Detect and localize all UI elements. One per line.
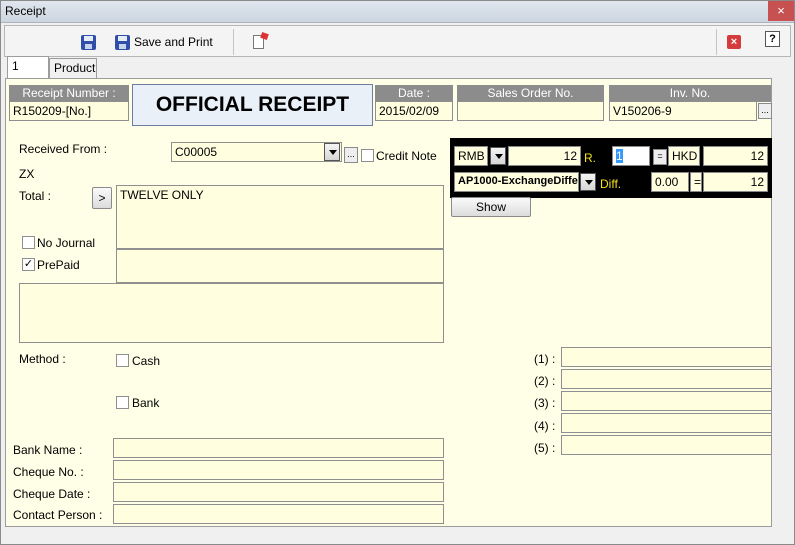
close-button[interactable]: ×: [727, 31, 741, 53]
save-and-print-button[interactable]: Save and Print: [115, 31, 213, 53]
date-field[interactable]: 2015/02/09: [375, 101, 453, 121]
receipt-number-header: Receipt Number :: [9, 85, 129, 102]
date-header: Date :: [375, 85, 453, 102]
floppy-disk-icon: [115, 34, 130, 50]
amount-in-words-field[interactable]: TWELVE ONLY: [116, 185, 444, 249]
toolbar-separator: [233, 29, 234, 55]
cheque-no-field[interactable]: [113, 460, 444, 480]
receipt-panel: Receipt Number : R150209-[No.] OFFICIAL …: [5, 78, 772, 527]
window-close-button[interactable]: ×: [768, 1, 794, 21]
received-from-label: Received From :: [19, 142, 108, 156]
no-journal-checkbox[interactable]: [22, 236, 35, 249]
exchange-panel: RMB 12 R. 1 = HKD 12 AP1000-ExchangeDiff…: [450, 138, 772, 198]
cheque-date-field[interactable]: [113, 482, 444, 502]
toolbar: Save and Print × ?: [4, 25, 791, 57]
bank-name-label: Bank Name :: [13, 443, 83, 457]
total-label: Total :: [19, 189, 52, 203]
bank-checkbox[interactable]: [116, 396, 129, 409]
remarks-textarea[interactable]: [19, 283, 444, 343]
export-button[interactable]: [253, 31, 264, 53]
page-title: OFFICIAL RECEIPT: [132, 84, 373, 126]
numbered-label-2: (2) :: [534, 374, 556, 388]
prepaid-label: PrePaid: [37, 258, 80, 272]
credit-note-checkbox[interactable]: [361, 149, 374, 162]
amount-field[interactable]: 12: [508, 146, 581, 166]
tab-product[interactable]: Product: [49, 58, 97, 78]
rate-field[interactable]: 1: [612, 146, 650, 166]
customer-code-select[interactable]: C00005: [171, 142, 342, 162]
target-currency-field[interactable]: HKD: [668, 146, 700, 166]
toolbar-separator: [716, 29, 717, 55]
expand-total-button[interactable]: >: [92, 187, 112, 209]
chevron-down-icon[interactable]: [324, 143, 340, 161]
window-title: Receipt: [5, 4, 46, 18]
save-and-print-label: Save and Print: [134, 35, 213, 49]
numbered-field-5[interactable]: [561, 435, 772, 455]
numbered-label-5: (5) :: [534, 441, 556, 455]
credit-note-label: Credit Note: [376, 149, 437, 163]
tab-1[interactable]: 1: [7, 56, 49, 78]
sales-order-header: Sales Order No.: [457, 85, 604, 102]
numbered-label-1: (1) :: [534, 352, 556, 366]
receipt-number-field[interactable]: R150209-[No.]: [9, 101, 129, 121]
document-export-icon: [253, 35, 264, 49]
show-button[interactable]: Show: [451, 197, 531, 217]
cheque-date-label: Cheque Date :: [13, 487, 91, 501]
account-select[interactable]: AP1000-ExchangeDiffer: [454, 172, 579, 192]
contact-person-label: Contact Person :: [13, 508, 103, 522]
currency-select[interactable]: RMB: [454, 146, 488, 166]
target-amount-field[interactable]: 12: [703, 146, 768, 166]
inv-no-header: Inv. No.: [609, 85, 771, 102]
numbered-field-3[interactable]: [561, 391, 772, 411]
numbered-field-1[interactable]: [561, 347, 772, 367]
receipt-window: Receipt × Save and Print × ? 1 Product R…: [0, 0, 795, 545]
inv-no-lookup-button[interactable]: ...: [758, 103, 772, 119]
save-button[interactable]: [81, 31, 96, 53]
floppy-disk-icon: [81, 34, 96, 50]
help-button[interactable]: ?: [765, 28, 780, 50]
no-journal-label: No Journal: [37, 236, 96, 250]
cash-label: Cash: [132, 354, 161, 368]
diff-label: Diff.: [600, 177, 622, 191]
prepaid-checkbox[interactable]: ✓: [22, 258, 35, 271]
numbered-field-4[interactable]: [561, 413, 772, 433]
cheque-no-label: Cheque No. :: [13, 465, 84, 479]
cash-checkbox[interactable]: [116, 354, 129, 367]
diff-result-field[interactable]: 12: [703, 172, 768, 192]
customer-lookup-button[interactable]: ...: [344, 147, 358, 163]
chevron-down-icon[interactable]: [580, 173, 596, 191]
bank-name-field[interactable]: [113, 438, 444, 458]
numbered-label-3: (3) :: [534, 396, 556, 410]
inv-no-field[interactable]: V150206-9: [609, 101, 757, 121]
diff-equals: =: [690, 172, 702, 192]
chevron-down-icon[interactable]: [490, 147, 506, 165]
title-bar: Receipt ×: [1, 1, 794, 23]
bank-label: Bank: [132, 396, 160, 410]
rate-label: R.: [584, 151, 596, 165]
method-label: Method :: [19, 352, 66, 366]
equals-button[interactable]: =: [653, 149, 667, 165]
help-icon: ?: [765, 31, 780, 47]
close-icon: ×: [727, 35, 741, 49]
sales-order-field[interactable]: [457, 101, 604, 121]
customer-name: ZX: [19, 167, 35, 181]
numbered-field-2[interactable]: [561, 369, 772, 389]
numbered-label-4: (4) :: [534, 419, 556, 433]
total-memo-field[interactable]: [116, 249, 444, 283]
contact-person-field[interactable]: [113, 504, 444, 524]
diff-field[interactable]: 0.00: [651, 172, 689, 192]
